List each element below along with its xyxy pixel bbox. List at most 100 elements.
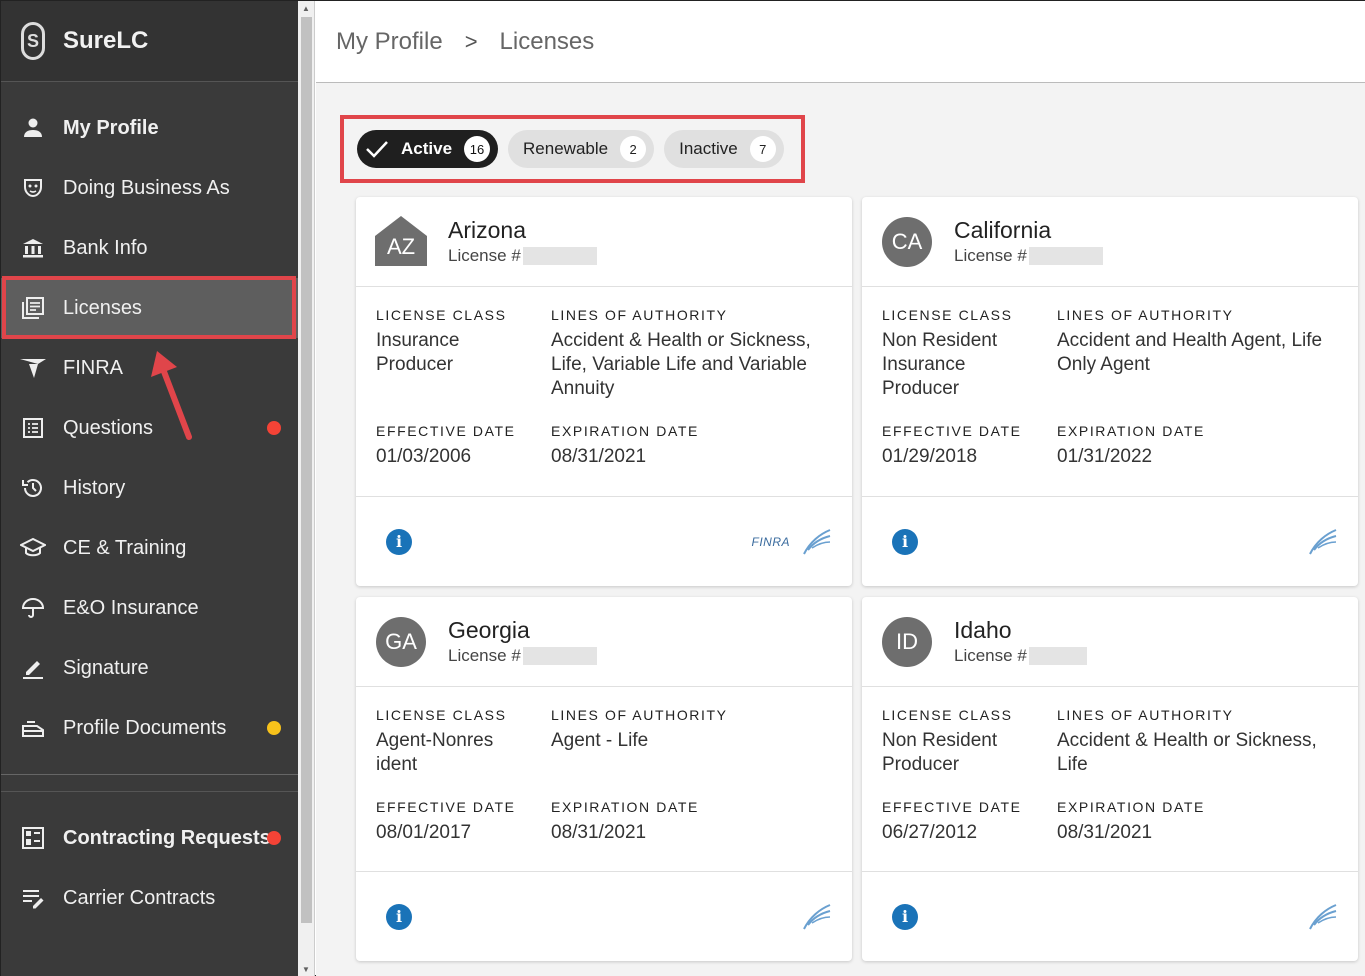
info-icon[interactable]: i <box>892 903 918 930</box>
sidebar-item-label: Questions <box>63 416 154 439</box>
expiration-date-label: EXPIRATION DATE <box>1057 799 1205 815</box>
sidebar-item-bank-info[interactable]: Bank Info <box>1 218 298 278</box>
license-class-value: Non Resident Insurance Producer <box>882 330 998 399</box>
breadcrumb-separator: > <box>464 28 478 54</box>
sidebar-item-carrier-contracts[interactable]: Carrier Contracts <box>1 868 298 928</box>
state-name: Arizona <box>448 217 526 243</box>
filter-chip-label: Inactive <box>679 139 738 158</box>
lines-of-authority-value: Accident & Health or Sickness, Life <box>1057 730 1317 775</box>
lines-of-authority-value: Agent - Life <box>551 730 649 751</box>
license-card-arizona[interactable]: AZ Arizona License # LICENSE CLASS Insura… <box>356 197 852 586</box>
sidebar-item-profile-documents[interactable]: Profile Documents <box>1 698 298 758</box>
filter-chip-inactive[interactable]: Inactive 7 <box>664 130 784 168</box>
sidebar-item-eo-insurance[interactable]: E&O Insurance <box>1 578 298 638</box>
effective-date-value: 08/01/2017 <box>376 822 472 843</box>
sidebar-item-my-profile[interactable]: My Profile <box>1 98 298 158</box>
license-class-label: LICENSE CLASS <box>882 307 1013 323</box>
filter-chip-count: 7 <box>749 136 776 162</box>
lines-of-authority-label: LINES OF AUTHORITY <box>1057 707 1234 723</box>
license-number: License # <box>448 246 597 266</box>
filter-chip-renewable[interactable]: Renewable 2 <box>508 130 655 168</box>
sidebar-item-label: FINRA <box>63 356 123 379</box>
scroll-down-icon[interactable]: ▼ <box>302 965 310 974</box>
swoosh-logo-icon <box>1309 528 1337 554</box>
umbrella-icon <box>19 594 47 622</box>
sidebar-scrollbar[interactable]: ▲ ▼ <box>298 1 315 976</box>
license-card-idaho[interactable]: ID Idaho License # LICENSE CLASS Non Resi… <box>862 597 1358 961</box>
app-name: SureLC <box>63 27 149 54</box>
documents-icon <box>19 714 47 742</box>
license-class-value: Insurance Producer <box>376 330 460 375</box>
scrollbar-thumb[interactable] <box>301 17 312 923</box>
sidebar-item-licenses[interactable]: Licenses <box>1 278 298 338</box>
pen-icon <box>19 654 47 682</box>
finra-logo-icon: FINRA <box>751 534 790 549</box>
expiration-date-label: EXPIRATION DATE <box>1057 423 1205 439</box>
state-name: California <box>954 217 1052 243</box>
swoosh-logo-icon <box>803 528 831 554</box>
sidebar-item-contracting-requests[interactable]: Contracting Requests <box>1 808 298 868</box>
sidebar-item-signature[interactable]: Signature <box>1 638 298 698</box>
sidebar-item-label: E&O Insurance <box>63 596 199 619</box>
license-number: License # <box>954 246 1103 266</box>
expiration-date-value: 08/31/2021 <box>1057 822 1153 843</box>
sidebar: S SureLC My Profile Doing Business As Ba… <box>1 1 298 976</box>
expiration-date-value: 08/31/2021 <box>551 822 647 843</box>
info-icon[interactable]: i <box>892 528 918 555</box>
state-avatar: ID <box>882 616 932 667</box>
redacted-license-number <box>522 647 597 665</box>
sidebar-item-label: Carrier Contracts <box>63 886 216 909</box>
breadcrumb-current: Licenses <box>499 27 595 55</box>
expiration-date-label: EXPIRATION DATE <box>551 799 699 815</box>
license-class-label: LICENSE CLASS <box>882 707 1013 723</box>
sidebar-item-history[interactable]: History <box>1 458 298 518</box>
state-avatar: AZ <box>375 215 427 267</box>
breadcrumb: My Profile > Licenses <box>316 1 1365 83</box>
annotation-arrow-icon <box>151 351 192 440</box>
lines-of-authority-label: LINES OF AUTHORITY <box>551 707 728 723</box>
licenses-icon <box>19 294 47 322</box>
license-class-label: LICENSE CLASS <box>376 707 507 723</box>
redacted-license-number <box>1028 647 1087 665</box>
swoosh-logo-icon <box>803 903 831 929</box>
effective-date-label: EFFECTIVE DATE <box>376 799 516 815</box>
check-icon <box>365 139 389 159</box>
graduation-cap-icon <box>19 534 47 562</box>
surelc-logo-icon: S <box>21 22 45 60</box>
license-number: License # <box>448 646 597 666</box>
filter-chip-label: Active <box>401 139 453 158</box>
license-filter-chips: Active 16 Renewable 2 Inactive 7 <box>340 115 805 183</box>
scroll-up-icon[interactable]: ▲ <box>302 4 310 13</box>
sidebar-item-doing-business-as[interactable]: Doing Business As <box>1 158 298 218</box>
effective-date-label: EFFECTIVE DATE <box>882 799 1022 815</box>
license-card-california[interactable]: CA California License # LICENSE CLASS Non… <box>862 197 1358 586</box>
sidebar-item-ce-training[interactable]: CE & Training <box>1 518 298 578</box>
brand[interactable]: S SureLC <box>1 1 298 82</box>
sidebar-item-label: Signature <box>63 656 149 679</box>
bank-icon <box>19 234 47 262</box>
sidebar-item-label: CE & Training <box>63 536 187 559</box>
lines-of-authority-value: Accident & Health or Sickness, Life, Var… <box>551 330 811 399</box>
history-icon <box>19 474 47 502</box>
contracts-icon <box>19 884 47 912</box>
questions-icon <box>19 414 47 442</box>
person-icon <box>19 114 47 142</box>
breadcrumb-parent[interactable]: My Profile <box>336 28 443 56</box>
info-icon[interactable]: i <box>386 528 412 555</box>
lines-of-authority-label: LINES OF AUTHORITY <box>1057 307 1234 323</box>
main-content: My Profile > Licenses Active 16 Renewabl… <box>316 1 1365 976</box>
finra-icon <box>19 354 47 382</box>
lines-of-authority-label: LINES OF AUTHORITY <box>551 307 728 323</box>
license-card-georgia[interactable]: GA Georgia License # LICENSE CLASS Agent-… <box>356 597 852 961</box>
sidebar-secondary: Contracting Requests Carrier Contracts <box>1 774 298 928</box>
filter-chip-count: 2 <box>620 136 647 162</box>
state-name: Idaho <box>954 617 1012 643</box>
filter-chip-active[interactable]: Active 16 <box>357 130 499 168</box>
effective-date-label: EFFECTIVE DATE <box>376 423 516 439</box>
lines-of-authority-value: Accident and Health Agent, Life Only Age… <box>1057 330 1323 375</box>
info-icon[interactable]: i <box>386 903 412 930</box>
mask-icon <box>19 174 47 202</box>
effective-date-value: 06/27/2012 <box>882 822 978 843</box>
effective-date-value: 01/03/2006 <box>376 446 472 467</box>
license-class-value: Non Resident Producer <box>882 730 998 775</box>
